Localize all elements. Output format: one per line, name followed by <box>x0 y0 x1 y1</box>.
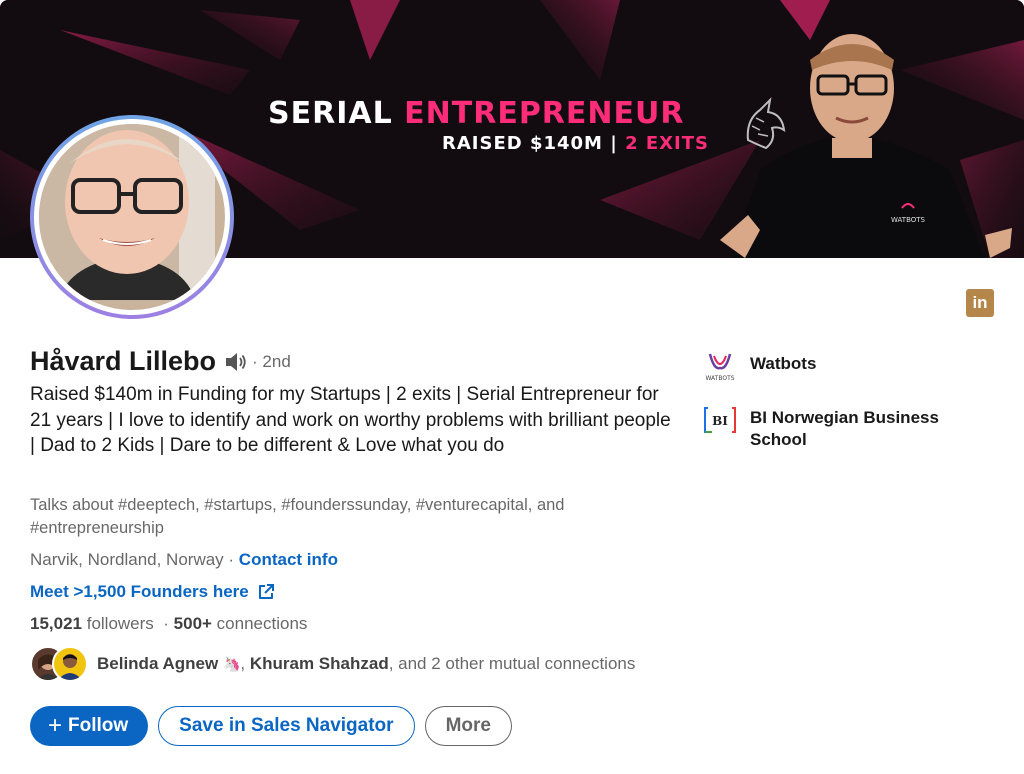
school-name[interactable]: BI Norwegian Business School <box>750 400 960 451</box>
mutual-separator: , <box>240 654 250 673</box>
connections-label[interactable]: connections <box>212 614 308 633</box>
banner-title-accent: ENTREPRENEUR <box>404 96 685 131</box>
unicorn-icon: 🦄 <box>222 657 241 673</box>
plus-icon: + <box>48 712 63 739</box>
profile-avatar[interactable] <box>30 115 234 319</box>
website-row[interactable]: Meet >1,500 Founders here <box>30 582 275 602</box>
website-link[interactable]: Meet >1,500 Founders here <box>30 582 249 602</box>
bi-logo: BI <box>700 400 740 440</box>
speaker-icon[interactable] <box>224 351 248 373</box>
education[interactable]: BI BI Norwegian Business School <box>700 400 1000 451</box>
svg-text:WATBOTS: WATBOTS <box>705 375 734 382</box>
talks-about: Talks about #deeptech, #startups, #found… <box>30 496 565 537</box>
mutual-rest: , and 2 other mutual connections <box>388 654 636 673</box>
contact-info-link[interactable]: Contact info <box>239 550 338 569</box>
watbots-logo: WATBOTS <box>700 346 740 386</box>
svg-text:WATBOTS: WATBOTS <box>891 216 926 224</box>
avatar-illustration <box>39 124 215 300</box>
linkedin-icon[interactable]: in <box>966 289 994 317</box>
profile-card: WATBOTS SERIAL ENTREPRENEUR RAISED $140M… <box>0 0 1024 774</box>
avatar <box>52 646 88 682</box>
follow-button[interactable]: + Follow <box>30 706 149 746</box>
experience-education: WATBOTS Watbots BI BI Norwegian Business… <box>700 346 1000 465</box>
banner-subtitle-white: RAISED $140M | <box>442 133 618 154</box>
svg-text:BI: BI <box>712 414 728 428</box>
company-name[interactable]: Watbots <box>750 346 960 375</box>
mutual-connections-text[interactable]: Belinda Agnew 🦄, Khuram Shahzad, and 2 o… <box>97 654 635 674</box>
stats-row: 15,021 followers · 500+ connections <box>30 614 307 634</box>
profile-actions: + Follow Save in Sales Navigator More <box>30 706 512 746</box>
mutual-avatars <box>30 646 90 682</box>
profile-name: Håvard Lillebo <box>30 346 217 376</box>
followers-count: 15,021 <box>30 614 82 633</box>
mutual-person-2[interactable]: Khuram Shahzad <box>250 654 389 673</box>
connection-degree: · 2nd <box>252 351 291 371</box>
banner-subtitle-accent: 2 EXITS <box>625 133 709 154</box>
mutual-person-1[interactable]: Belinda Agnew <box>97 654 218 673</box>
connections-count[interactable]: 500+ <box>174 614 212 633</box>
location-row: Narvik, Nordland, Norway · Contact info <box>30 550 338 570</box>
followers-label: followers <box>82 614 154 633</box>
mutual-connections[interactable]: Belinda Agnew 🦄, Khuram Shahzad, and 2 o… <box>30 646 635 682</box>
external-link-icon <box>257 583 275 601</box>
avatar-frame <box>34 119 230 315</box>
avatar-photo <box>39 124 225 310</box>
more-button[interactable]: More <box>424 706 512 746</box>
name-row: Håvard Lillebo · 2nd <box>30 346 291 377</box>
current-company[interactable]: WATBOTS Watbots <box>700 346 1000 386</box>
sales-navigator-button[interactable]: Save in Sales Navigator <box>158 706 415 746</box>
banner-subtitle: RAISED $140M | 2 EXITS <box>442 133 709 154</box>
banner-title-white: SERIAL <box>268 96 393 131</box>
follow-label: Follow <box>68 715 129 736</box>
banner-title: SERIAL ENTREPRENEUR <box>268 96 684 131</box>
location-separator: · <box>223 550 239 569</box>
location: Narvik, Nordland, Norway <box>30 550 224 569</box>
profile-headline: Raised $140m in Funding for my Startups … <box>30 384 671 456</box>
connections-separator: · <box>153 614 174 633</box>
